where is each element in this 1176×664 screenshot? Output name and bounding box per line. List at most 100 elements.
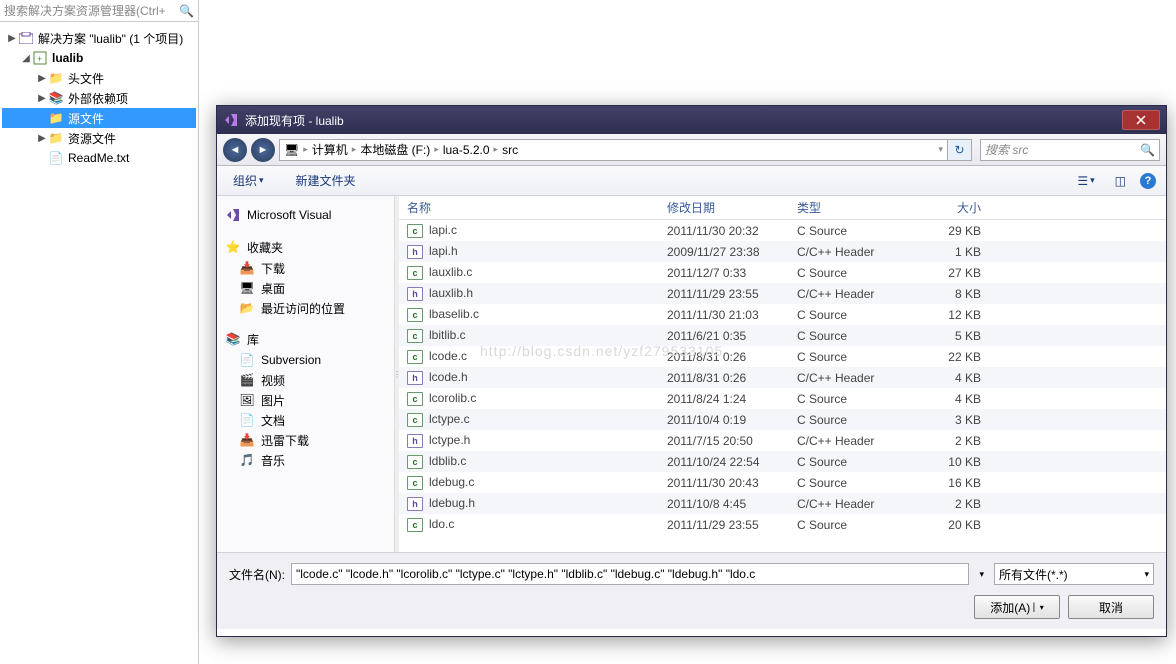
folder-label: 源文件 [68,110,104,127]
sidebar-item-desktop[interactable]: 🖥桌面 [221,278,390,298]
split-dropdown-icon: ▏▾ [1034,603,1044,612]
close-button[interactable] [1122,110,1160,130]
dialog-toolbar: 组织 ▾ 新建文件夹 ☰ ▾ ◫ ? [217,166,1166,196]
file-row[interactable]: cldblib.c2011/10/24 22:54C Source10 KB [399,451,1166,472]
music-icon: 🎵 [239,452,255,468]
solution-search[interactable]: 搜索解决方案资源管理器(Ctrl+ 🔍 [0,0,198,22]
c-file-icon: h [407,287,423,301]
preview-button[interactable]: ◫ [1109,172,1132,190]
file-list-header[interactable]: 名称 修改日期 类型 大小 [399,196,1166,220]
dialog-bottom: 文件名(N): ▾ 所有文件(*.*) ▾ 添加(A) ▏▾ 取消 [217,552,1166,629]
project-label: lualib [52,51,83,65]
organize-button[interactable]: 组织 ▾ [227,170,270,191]
dialog-navbar: ◄ ► 🖥 ▸ 计算机 ▸ 本地磁盘 (F:) ▸ lua-5.2.0 ▸ sr… [217,134,1166,166]
crumb-folder[interactable]: lua-5.2.0 [443,143,490,157]
dropdown-icon[interactable]: ▾ [975,569,988,580]
file-row[interactable]: cldebug.c2011/11/30 20:43C Source16 KB [399,472,1166,493]
sidebar-item-documents[interactable]: 📄文档 [221,410,390,430]
add-existing-item-dialog: 添加现有项 - lualib ◄ ► 🖥 ▸ 计算机 ▸ 本地磁盘 (F:) ▸… [216,105,1167,637]
computer-icon: 🖥 [284,143,299,157]
sidebar-item-pictures[interactable]: 🖼图片 [221,390,390,410]
c-file-icon: c [407,476,423,490]
crumb-current[interactable]: src [502,143,518,157]
c-file-icon: h [407,497,423,511]
solution-node[interactable]: ▶ 解决方案 "lualib" (1 个项目) [2,28,196,48]
file-list: 名称 修改日期 类型 大小 clapi.c2011/11/30 20:32C S… [399,196,1166,552]
sidebar-item-recent[interactable]: 📂最近访问的位置 [221,298,390,318]
crumb-drive[interactable]: 本地磁盘 (F:) [360,141,430,158]
file-row[interactable]: hldebug.h2011/10/8 4:45C/C++ Header2 KB [399,493,1166,514]
file-row[interactable]: hlctype.h2011/7/15 20:50C/C++ Header2 KB [399,430,1166,451]
document-icon: 📄 [239,412,255,428]
column-size[interactable]: 大小 [909,199,989,216]
refresh-button[interactable]: ↻ [948,139,972,161]
file-readme[interactable]: 📄 ReadMe.txt [2,148,196,168]
dropdown-icon[interactable]: ▾ [938,144,943,155]
forward-button[interactable]: ► [251,138,275,162]
sidebar-vs[interactable]: Microsoft Visual [221,204,390,226]
sidebar-item-xunlei[interactable]: 📥迅雷下载 [221,430,390,450]
svn-icon: 📄 [239,352,255,368]
file-row[interactable]: clapi.c2011/11/30 20:32C Source29 KB [399,220,1166,241]
column-type[interactable]: 类型 [789,199,909,216]
filter-select[interactable]: 所有文件(*.*) ▾ [994,563,1154,585]
sidebar-item-subversion[interactable]: 📄Subversion [221,350,390,370]
file-row[interactable]: clcorolib.c2011/8/24 1:24C Source4 KB [399,388,1166,409]
search-placeholder: 搜索 src [985,141,1028,158]
folder-icon: 📁 [48,110,64,126]
view-button[interactable]: ☰ ▾ [1071,172,1100,190]
file-row[interactable]: clctype.c2011/10/4 0:19C Source3 KB [399,409,1166,430]
solution-search-placeholder: 搜索解决方案资源管理器(Ctrl+ [4,2,166,19]
chevron-right-icon: ▸ [494,144,499,155]
star-icon: ⭐ [225,239,241,255]
c-file-icon: c [407,308,423,322]
file-row[interactable]: clcode.c2011/8/31 0:26C Source22 KB [399,346,1166,367]
file-row[interactable]: hlauxlib.h2011/11/29 23:55C/C++ Header8 … [399,283,1166,304]
dialog-titlebar[interactable]: 添加现有项 - lualib [217,106,1166,134]
search-icon: 🔍 [179,4,194,18]
add-button[interactable]: 添加(A) ▏▾ [974,595,1060,619]
folder-headers[interactable]: ▶ 📁 头文件 [2,68,196,88]
new-folder-button[interactable]: 新建文件夹 [290,170,362,191]
solution-explorer: 搜索解决方案资源管理器(Ctrl+ 🔍 ▶ 解决方案 "lualib" (1 个… [0,0,199,664]
dialog-title: 添加现有项 - lualib [245,112,1120,129]
chevron-right-icon: ▸ [352,144,357,155]
file-row[interactable]: hlapi.h2009/11/27 23:38C/C++ Header1 KB [399,241,1166,262]
folder-icon: 📁 [48,70,64,86]
sidebar-libraries[interactable]: 📚库 [221,328,390,350]
download-icon: 📥 [239,260,255,276]
filename-row: 文件名(N): ▾ 所有文件(*.*) ▾ [229,563,1154,585]
dialog-search[interactable]: 搜索 src 🔍 [980,139,1160,161]
column-date[interactable]: 修改日期 [659,199,789,216]
folder-resource[interactable]: ▶ 📁 资源文件 [2,128,196,148]
file-row[interactable]: clbaselib.c2011/11/30 21:03C Source12 KB [399,304,1166,325]
file-row[interactable]: clbitlib.c2011/6/21 0:35C Source5 KB [399,325,1166,346]
sidebar-item-downloads[interactable]: 📥下载 [221,258,390,278]
sidebar-favorites[interactable]: ⭐收藏夹 [221,236,390,258]
c-file-icon: c [407,224,423,238]
cancel-button[interactable]: 取消 [1068,595,1154,619]
folder-label: 外部依赖项 [68,90,128,107]
column-name[interactable]: 名称 [399,199,659,216]
sidebar-item-music[interactable]: 🎵音乐 [221,450,390,470]
project-node[interactable]: ◢ + lualib [2,48,196,68]
crumb-computer[interactable]: 计算机 [312,141,348,158]
file-row[interactable]: hlcode.h2011/8/31 0:26C/C++ Header4 KB [399,367,1166,388]
c-file-icon: c [407,329,423,343]
back-button[interactable]: ◄ [223,138,247,162]
chevron-right-icon: ▸ [303,144,308,155]
folder-external[interactable]: ▶ 📚 外部依赖项 [2,88,196,108]
desktop-icon: 🖥 [239,280,255,296]
help-icon[interactable]: ? [1140,173,1156,189]
sidebar-item-videos[interactable]: 🎬视频 [221,370,390,390]
file-row[interactable]: clauxlib.c2011/12/7 0:33C Source27 KB [399,262,1166,283]
caret-icon: ◢ [20,53,32,64]
breadcrumb[interactable]: 🖥 ▸ 计算机 ▸ 本地磁盘 (F:) ▸ lua-5.2.0 ▸ src ▾ [279,139,948,161]
file-row[interactable]: cldo.c2011/11/29 23:55C Source20 KB [399,514,1166,535]
c-file-icon: h [407,434,423,448]
filename-input[interactable] [291,563,969,585]
xunlei-icon: 📥 [239,432,255,448]
folder-source[interactable]: 📁 源文件 [2,108,196,128]
video-icon: 🎬 [239,372,255,388]
search-icon: 🔍 [1140,143,1155,157]
